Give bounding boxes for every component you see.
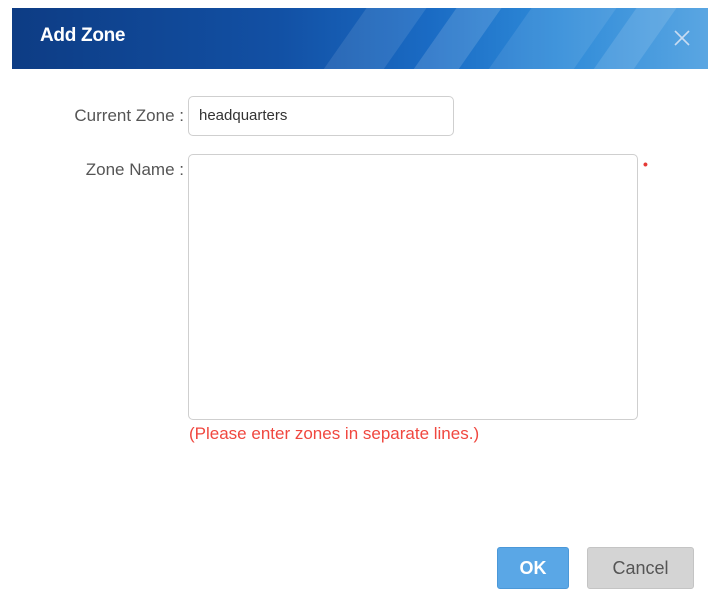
ok-button[interactable]: OK (497, 547, 569, 589)
add-zone-dialog: Add Zone Current Zone : Zone Name : • (P… (0, 0, 708, 602)
zone-name-hint: (Please enter zones in separate lines.) (189, 424, 480, 443)
current-zone-field[interactable] (188, 96, 454, 136)
zone-name-textarea[interactable] (188, 154, 638, 420)
zone-name-label: Zone Name : (85, 160, 184, 179)
close-icon[interactable] (670, 26, 694, 50)
required-indicator: • (643, 156, 648, 172)
dialog-title: Add Zone (40, 25, 126, 46)
cancel-button[interactable]: Cancel (587, 547, 694, 589)
dialog-titlebar: Add Zone (12, 8, 708, 69)
current-zone-label: Current Zone : (74, 106, 184, 125)
